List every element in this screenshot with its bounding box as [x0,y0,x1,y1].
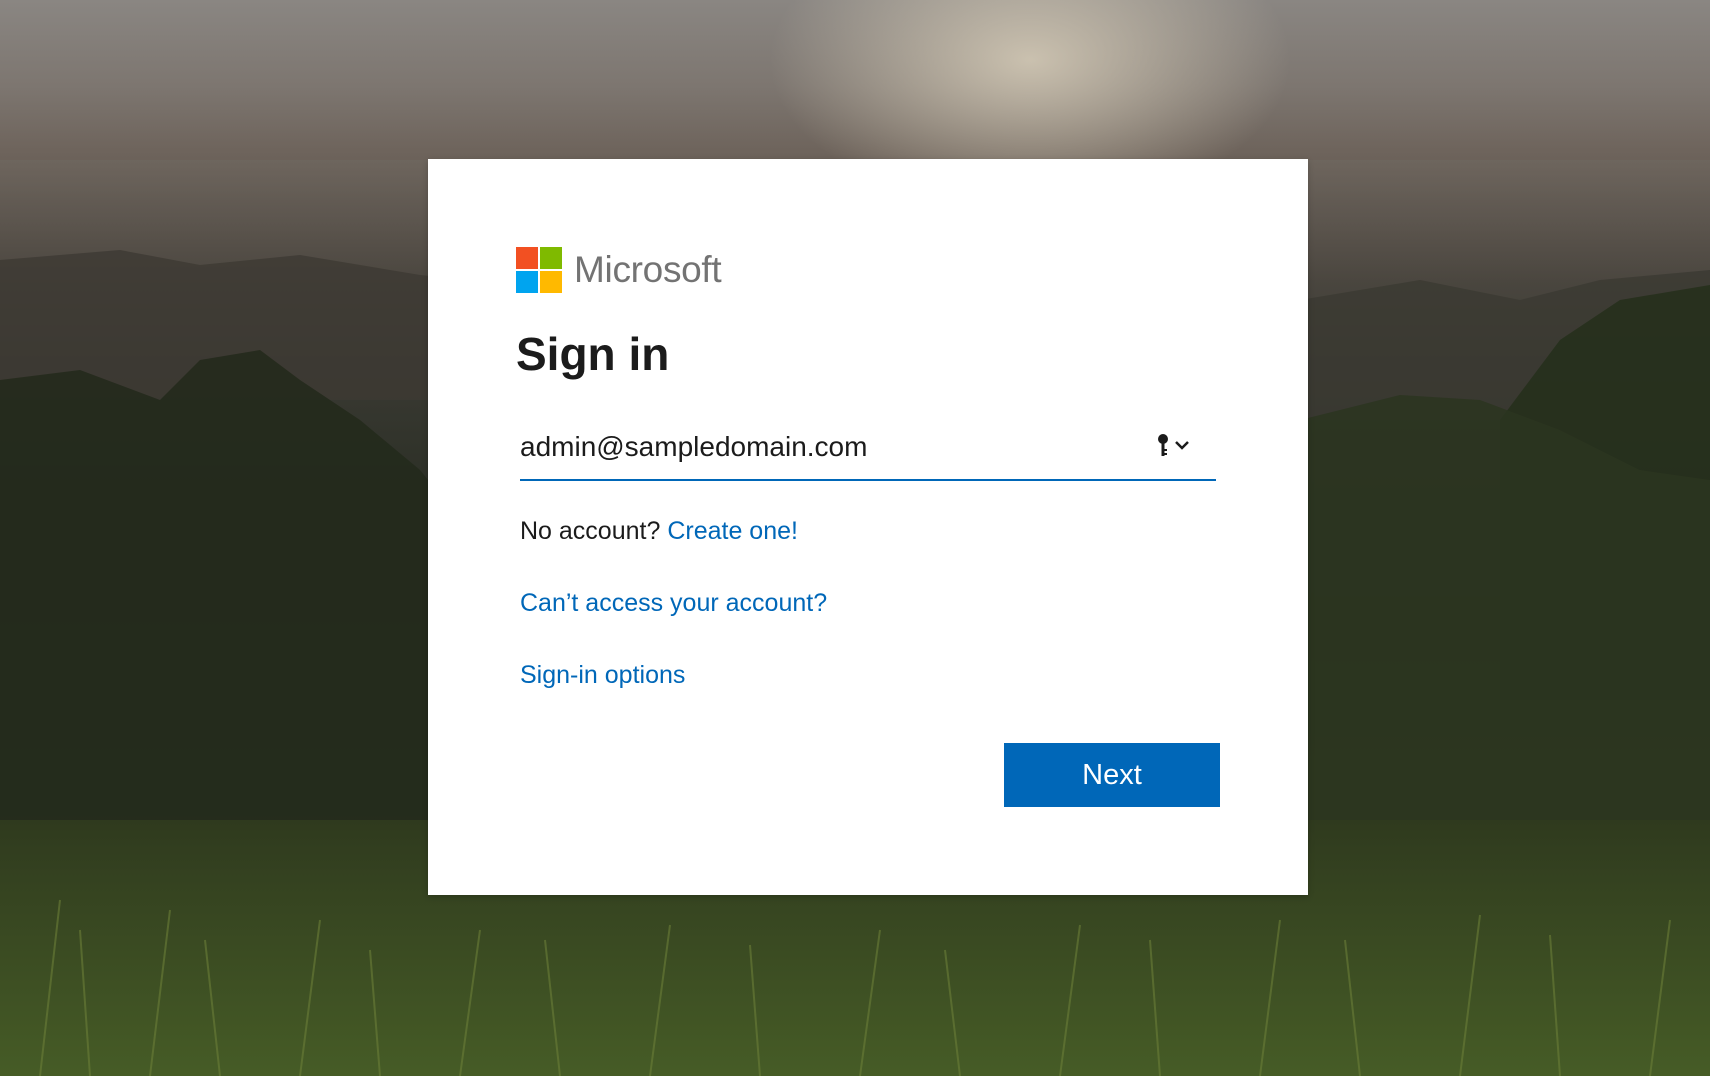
next-button[interactable]: Next [1004,743,1220,807]
chevron-down-icon [1175,441,1189,450]
cant-access-link[interactable]: Can’t access your account? [520,589,827,617]
page-title: Sign in [516,328,670,380]
password-manager-button[interactable] [1154,431,1194,461]
logo-square-blue [516,271,538,293]
signin-options-line: Sign-in options [520,661,685,690]
microsoft-logo-icon [516,247,562,293]
email-field[interactable] [520,417,1120,477]
signin-options-link[interactable]: Sign-in options [520,661,685,689]
signin-card: Microsoft Sign in No account? Create one… [428,159,1308,895]
key-icon [1158,434,1189,456]
email-field-container [520,417,1216,481]
microsoft-logo: Microsoft [516,247,722,293]
logo-square-red [516,247,538,269]
create-account-link[interactable]: Create one! [667,517,798,545]
no-account-line: No account? Create one! [520,517,798,546]
logo-text: Microsoft [574,249,722,290]
cant-access-line: Can’t access your account? [520,589,827,618]
no-account-text: No account? [520,517,661,545]
logo-square-green [540,247,562,269]
logo-square-yellow [540,271,562,293]
